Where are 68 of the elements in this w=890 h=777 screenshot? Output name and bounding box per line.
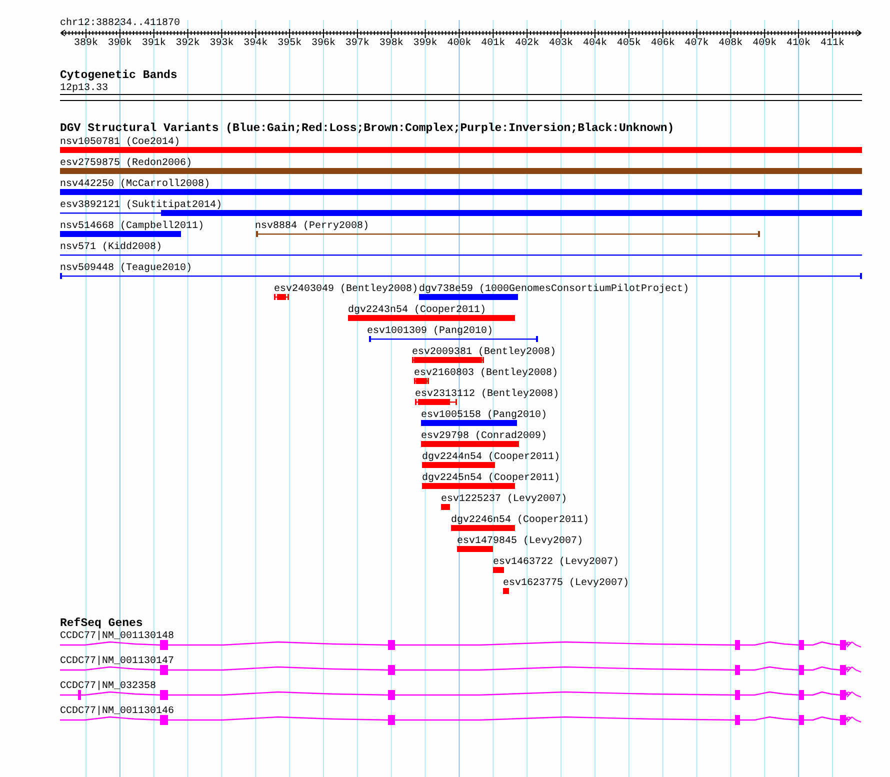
- transcript-label: CCDC77|NM_001130147: [60, 656, 174, 667]
- variant-label: nsv509448 (Teague2010): [60, 263, 192, 274]
- tick-label: 394k: [244, 38, 268, 49]
- gene-model-drawing[interactable]: [60, 640, 862, 650]
- tick-label: 391k: [142, 38, 166, 49]
- tick-label: 404k: [582, 38, 607, 49]
- gene-model-drawing[interactable]: [60, 690, 862, 700]
- tick-label: 405k: [616, 38, 641, 49]
- tick-label: 393k: [210, 38, 234, 49]
- tick-label: 389k: [74, 38, 98, 49]
- tick-label: 409k: [752, 38, 777, 49]
- tick-label: 392k: [176, 38, 200, 49]
- track-title: Cytogenetic Bands: [60, 69, 178, 82]
- variant-span[interactable]: [256, 231, 760, 237]
- tick-label: 399k: [413, 38, 438, 49]
- tick-label: 398k: [379, 38, 404, 49]
- band-label: 12p13.33: [60, 83, 108, 94]
- variant-label: nsv514668 (Campbell2011): [60, 221, 204, 232]
- variant-bar[interactable]: [274, 294, 289, 300]
- tick-label: 401k: [481, 38, 506, 49]
- variant-line[interactable]: [60, 254, 862, 256]
- variant-label: dgv738e59 (1000GenomesConsortiumPilotProject): [419, 284, 690, 295]
- tick-label: 402k: [515, 38, 540, 49]
- variant-label: esv1001309 (Pang2010): [367, 326, 494, 337]
- tick-label: 406k: [650, 38, 675, 49]
- variant-label: nsv1050781 (Coe2014): [60, 137, 180, 148]
- variant-bar[interactable]: [415, 399, 457, 405]
- tick-label: 411k: [820, 38, 844, 49]
- variant-label: dgv2245n54 (Cooper2011): [422, 473, 560, 484]
- transcript-label: CCDC77|NM_001130146: [60, 706, 174, 717]
- transcript-label: CCDC77|NM_001130148: [60, 631, 174, 642]
- variant-span[interactable]: [60, 273, 862, 279]
- tick-label: 397k: [345, 38, 370, 49]
- variant-label: dgv2243n54 (Cooper2011): [348, 305, 486, 316]
- tick-label: 408k: [718, 38, 743, 49]
- variant-label: dgv2244n54 (Cooper2011): [422, 452, 560, 463]
- variant-label: dgv2246n54 (Cooper2011): [451, 515, 590, 526]
- tick-label: 407k: [684, 38, 709, 49]
- locus-label: chr12:388234..411870: [60, 18, 180, 29]
- transcript-label: CCDC77|NM_032358: [60, 681, 156, 692]
- track-title: RefSeq Genes: [60, 617, 143, 630]
- track-title: DGV Structural Variants (Blue:Gain;Red:Loss;Brown:Complex;Purple:Inversion;Black:Unknown): [60, 122, 674, 135]
- variant-label: esv1463722 (Levy2007): [493, 557, 620, 568]
- variant-label: esv2313112 (Bentley2008): [415, 389, 560, 400]
- tick-label: 396k: [312, 38, 336, 49]
- variant-label: esv1225237 (Levy2007): [441, 494, 568, 505]
- variant-label: esv2759875 (Redon2006): [60, 158, 192, 169]
- tick-label: 403k: [549, 38, 574, 49]
- tick-label: 410k: [786, 38, 811, 49]
- gene-model-drawing[interactable]: [60, 665, 862, 675]
- variant-label: nsv8884 (Perry2008): [255, 221, 370, 232]
- variant-label: esv3892121 (Suktitipat2014): [60, 200, 222, 211]
- variant-label: esv1005158 (Pang2010): [421, 410, 548, 421]
- variant-label: esv1479845 (Levy2007): [457, 536, 584, 547]
- gene-model-drawing[interactable]: [60, 715, 862, 725]
- variant-label: esv2160803 (Bentley2008): [414, 368, 558, 379]
- variant-span[interactable]: [369, 336, 538, 342]
- tick-label: 395k: [278, 38, 302, 49]
- tick-label: 390k: [108, 38, 132, 49]
- variant-label: esv1623775 (Levy2007): [503, 578, 630, 589]
- variant-label: nsv442250 (McCarroll2008): [60, 179, 210, 190]
- variant-label: nsv571 (Kidd2008): [60, 242, 162, 253]
- variant-label: esv29798 (Conrad2009): [421, 431, 548, 442]
- variant-label: esv2009381 (Bentley2008): [412, 347, 556, 358]
- variant-bar[interactable]: [414, 378, 429, 384]
- variant-bar[interactable]: [60, 210, 862, 216]
- tick-label: 400k: [447, 38, 472, 49]
- variant-label: esv2403049 (Bentley2008): [274, 284, 418, 295]
